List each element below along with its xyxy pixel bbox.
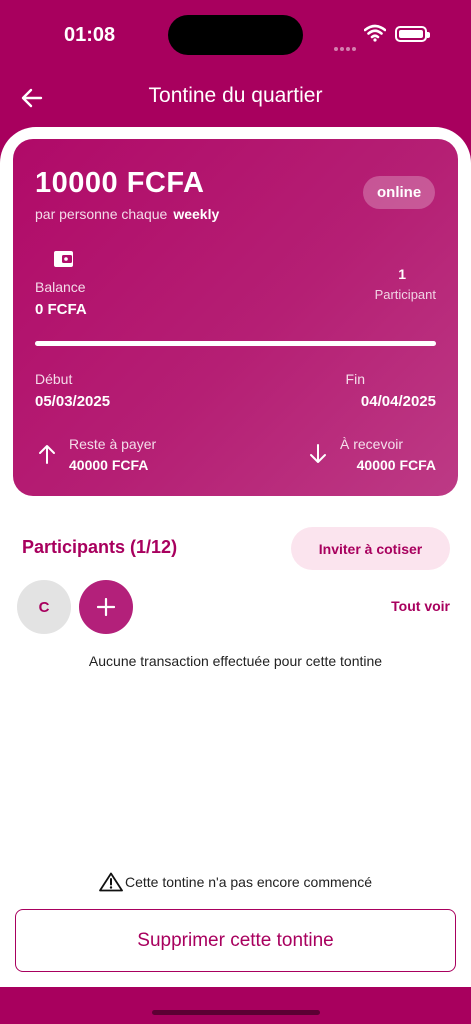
warning-text: Cette tontine n'a pas encore commencé xyxy=(124,874,373,890)
wifi-icon xyxy=(363,24,387,47)
to-receive-label: À recevoir xyxy=(340,436,404,452)
not-started-warning: Cette tontine n'a pas encore commencé xyxy=(0,872,471,892)
progress-bar xyxy=(35,341,436,346)
home-indicator xyxy=(152,1010,320,1015)
balance-label: Balance xyxy=(35,279,86,295)
arrow-up-icon xyxy=(37,444,57,469)
see-all-link[interactable]: Tout voir xyxy=(391,598,450,614)
participant-count: 1 xyxy=(398,266,406,282)
avatar[interactable]: C xyxy=(17,580,71,634)
page-title: Tontine du quartier xyxy=(148,84,323,107)
progress-fill xyxy=(35,341,436,346)
start-date-label: Début xyxy=(35,371,73,387)
delete-tontine-button[interactable]: Supprimer cette tontine xyxy=(15,909,456,972)
status-bar: 01:08 xyxy=(0,0,471,70)
participant-label: Participant xyxy=(374,287,436,302)
status-time: 01:08 xyxy=(64,24,116,46)
signal-icon xyxy=(334,38,358,56)
tontine-summary-card: 10000 FCFA par personne chaque weekly onl… xyxy=(13,139,458,496)
start-date-value: 05/03/2025 xyxy=(35,393,111,410)
to-receive-value: 40000 FCFA xyxy=(356,457,436,473)
status-badge: online xyxy=(363,176,436,209)
arrow-down-icon xyxy=(308,444,328,469)
contribution-amount: 10000 FCFA xyxy=(35,167,205,199)
battery-icon xyxy=(395,26,430,42)
nav-bar: Tontine du quartier xyxy=(0,72,471,124)
end-date-label: Fin xyxy=(345,371,365,387)
frequency-value: weekly xyxy=(173,206,220,222)
to-pay-label: Reste à payer xyxy=(69,436,157,452)
frequency-text: par personne chaque weekly xyxy=(35,206,219,222)
wallet-icon xyxy=(53,249,75,274)
invite-button[interactable]: Inviter à cotiser xyxy=(291,527,450,570)
plus-icon xyxy=(97,598,115,616)
frequency-prefix: par personne chaque xyxy=(35,206,168,222)
dynamic-island xyxy=(168,15,303,55)
to-pay-value: 40000 FCFA xyxy=(69,457,149,473)
add-participant-button[interactable] xyxy=(79,580,133,634)
end-date-value: 04/04/2025 xyxy=(360,393,436,410)
warning-icon xyxy=(99,872,123,892)
participants-title: Participants (1/12) xyxy=(22,537,178,557)
empty-transactions-message: Aucune transaction effectuée pour cette … xyxy=(88,653,383,669)
balance-value: 0 FCFA xyxy=(35,301,87,318)
